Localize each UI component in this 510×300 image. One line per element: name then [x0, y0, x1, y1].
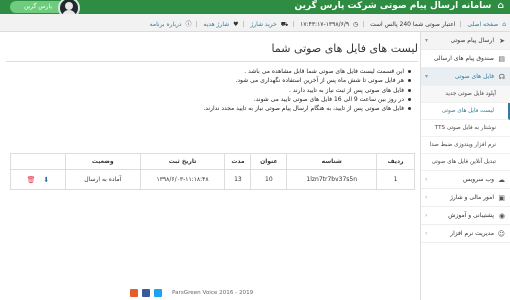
- clock-icon: ◷: [353, 21, 359, 28]
- sidebar-item-voice-files[interactable]: ☊ فایل های صوتی ▾: [421, 68, 510, 86]
- separator: |: [292, 21, 295, 28]
- send-icon: ➤: [499, 37, 505, 45]
- cloud-icon: ☁: [498, 176, 505, 184]
- about-link[interactable]: درباره برنامه: [150, 21, 182, 28]
- top-header: ⌂ سامانه ارسال پیام صوتی شرکت پارس گرین …: [0, 0, 510, 19]
- col-date: تاریخ ثبت: [139, 153, 226, 170]
- separator: |: [195, 21, 198, 28]
- separator: |: [459, 21, 462, 28]
- chevron-left-icon: ‹: [425, 230, 428, 237]
- row-actions: ⬇ 🗑: [11, 176, 65, 184]
- sidebar-sub-tts[interactable]: نوشتار به فایل صوتی TTS: [421, 120, 510, 137]
- separator: |: [362, 21, 365, 28]
- chevron-down-icon: ▾: [425, 37, 429, 44]
- col-duration: مدت: [224, 153, 252, 170]
- col-actions: [10, 153, 66, 170]
- sidebar-item-outbox[interactable]: ▤ صندوق پیام های ارسالی: [421, 50, 510, 68]
- page-title: لیست های فایل های صوتی شما: [271, 42, 418, 55]
- trash-icon[interactable]: 🗑: [27, 176, 36, 184]
- info-icon: ⓘ: [185, 21, 192, 28]
- sidebar-item-label: فایل های صوتی: [454, 73, 494, 80]
- list-item: فایل های صوتی پس از تایید، به هنگام ارسا…: [12, 104, 412, 113]
- facebook-icon[interactable]: [141, 289, 150, 297]
- sidebar-item-support[interactable]: ◉ پشتیبانی و آموزش ‹: [421, 207, 510, 225]
- sidebar-item-label: ارسال پیام صوتی: [450, 37, 494, 44]
- download-icon[interactable]: ⬇: [43, 176, 49, 184]
- chevron-left-icon: ‹: [425, 212, 428, 219]
- sidebar-sub-recorder[interactable]: نرم افزار ویندوزی ضبط صدا: [421, 137, 510, 154]
- datetime-text: ۱۳۹۸/۶/۹-۱۷:۴۳:۱۷: [300, 21, 350, 28]
- credit-text: اعتبار صوتی شما 240 پالس است: [370, 21, 456, 28]
- cart-icon: ⛟: [280, 21, 289, 28]
- separator: |: [242, 21, 245, 28]
- app-root: ⌂ سامانه ارسال پیام صوتی شرکت پارس گرین …: [0, 0, 510, 300]
- buy-credit-link[interactable]: خرید شارژ: [250, 21, 276, 28]
- cell-date: ۱۳۹۸/۶/۰۳-۱۱:۱۸:۴۸: [139, 169, 226, 190]
- footer: ParsGreen Voice 2016 - 2019: [0, 287, 418, 300]
- brand-text: سامانه ارسال پیام صوتی شرکت پارس گرین: [294, 1, 492, 11]
- sidebar-item-label: وب سرویس: [462, 176, 494, 183]
- cell-duration: 13: [224, 169, 252, 190]
- sidebar-sub-convert[interactable]: تبدیل آنلاین فایل های صوتی: [421, 154, 510, 171]
- home-icon[interactable]: ⌂: [502, 21, 506, 28]
- crumb-home[interactable]: صفحه اصلی: [467, 21, 498, 28]
- col-index: ردیف: [376, 153, 415, 170]
- col-id: شناسه: [286, 153, 378, 170]
- sidebar-item-label: صندوق پیام های ارسالی: [433, 55, 494, 62]
- user-icon: ☺: [497, 230, 505, 238]
- cell-title: 10: [250, 169, 288, 190]
- chevron-left-icon: ‹: [425, 194, 428, 201]
- divider: [6, 61, 418, 62]
- col-status: وضعیت: [64, 153, 141, 170]
- sidebar-item-finance[interactable]: ▣ امور مالی و شارژ ‹: [421, 189, 510, 207]
- info-list: این قسمت لیست فایل های صوتی شما قابل مشا…: [12, 67, 412, 113]
- footer-text: ParsGreen Voice 2016 - 2019: [172, 290, 254, 296]
- support-icon: ◉: [498, 212, 505, 220]
- chevron-down-icon: ▾: [425, 73, 429, 80]
- breadcrumb: ⌂ صفحه اصلی | اعتبار صوتی شما 240 پالس ا…: [0, 14, 510, 32]
- table-row: 1 1lzn7tr7bv37s5n 10 13 ۱۳۹۸/۶/۰۳-۱۱:۱۸:…: [10, 169, 415, 190]
- cell-index: 1: [376, 169, 415, 190]
- list-item: هر فایل صوتی تا شش ماه پس از آخرین استفا…: [12, 76, 412, 85]
- headphones-icon: ☊: [498, 73, 505, 81]
- brand-title: ⌂ سامانه ارسال پیام صوتی شرکت پارس گرین: [295, 1, 504, 11]
- cell-status: آماده به ارسال: [64, 169, 141, 190]
- list-item: در روز بین ساعت 9 الی 16 فایل های صوتی ت…: [12, 95, 412, 104]
- rss-icon[interactable]: [130, 289, 138, 297]
- table-header-row: ردیف شناسه عنوان مدت تاریخ ثبت وضعیت: [10, 153, 415, 170]
- wallet-icon: ▣: [498, 194, 505, 202]
- sidebar: ➤ ارسال پیام صوتی ▾ ▤ صندوق پیام های ارس…: [420, 32, 510, 300]
- cell-actions: ⬇ 🗑: [10, 169, 66, 190]
- home-icon: ⌂: [497, 1, 504, 11]
- list-item: این قسمت لیست فایل های صوتی شما قابل مشا…: [12, 67, 412, 76]
- sidebar-item-send[interactable]: ➤ ارسال پیام صوتی ▾: [421, 32, 510, 50]
- sidebar-item-label: مدیریت نرم افزار: [450, 230, 494, 237]
- sidebar-item-label: امور مالی و شارژ: [449, 194, 494, 201]
- sidebar-item-admin[interactable]: ☺ مدیریت نرم افزار ‹: [421, 225, 510, 243]
- user-area[interactable]: پارس گرین: [0, 0, 86, 19]
- heart-icon: ♥: [233, 21, 239, 28]
- cell-id: 1lzn7tr7bv37s5n: [286, 169, 378, 190]
- inbox-icon: ▤: [498, 55, 505, 63]
- voice-files-table: ردیف شناسه عنوان مدت تاریخ ثبت وضعیت 1 1…: [10, 153, 415, 190]
- twitter-icon[interactable]: [153, 289, 162, 297]
- sidebar-item-label: پشتیبانی و آموزش: [448, 212, 494, 219]
- list-item: فایل های صوتی پس از ثبت نیاز به تایید دا…: [12, 86, 412, 95]
- col-title: عنوان: [250, 153, 288, 170]
- sidebar-sub-upload[interactable]: آپلود فایل صوتی جدید: [421, 86, 510, 103]
- crumb-items: ⌂ صفحه اصلی | اعتبار صوتی شما 240 پالس ا…: [148, 19, 506, 29]
- chevron-left-icon: ‹: [425, 176, 428, 183]
- sidebar-item-webservice[interactable]: ☁ وب سرویس ‹: [421, 171, 510, 189]
- social-icons: [130, 289, 164, 299]
- gift-credit-link[interactable]: شارژ هدیه: [203, 21, 229, 28]
- sidebar-sub-list[interactable]: لیست فایل های صوتی: [421, 103, 510, 120]
- main-content: لیست های فایل های صوتی شما این قسمت لیست…: [6, 34, 418, 300]
